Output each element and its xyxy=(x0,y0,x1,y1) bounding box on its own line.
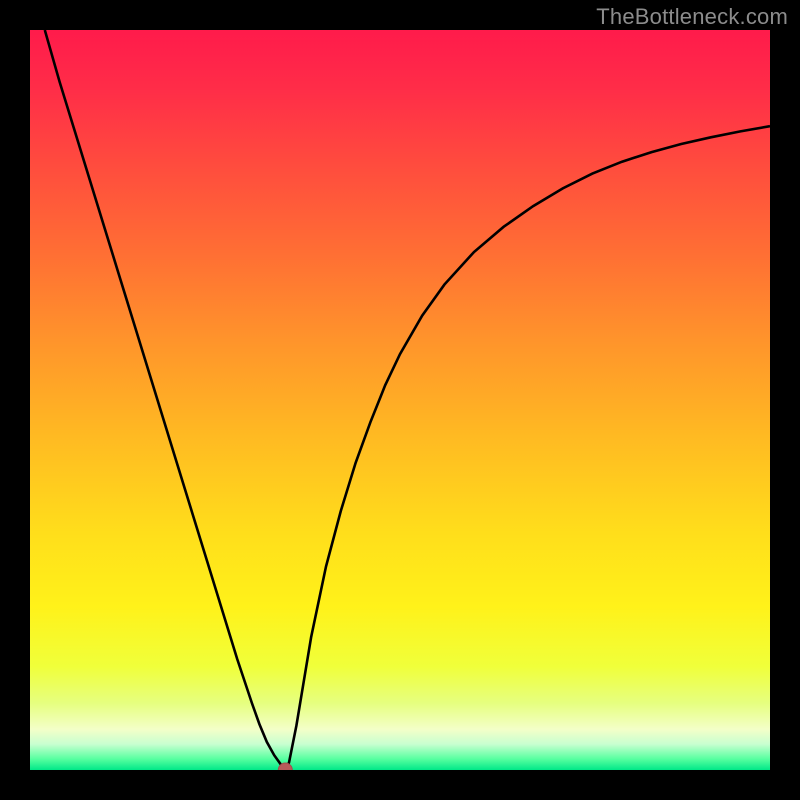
chart-frame: TheBottleneck.com xyxy=(0,0,800,800)
plot-area xyxy=(30,30,770,770)
watermark-text: TheBottleneck.com xyxy=(596,4,788,30)
bottleneck-chart xyxy=(30,30,770,770)
gradient-background xyxy=(30,30,770,770)
